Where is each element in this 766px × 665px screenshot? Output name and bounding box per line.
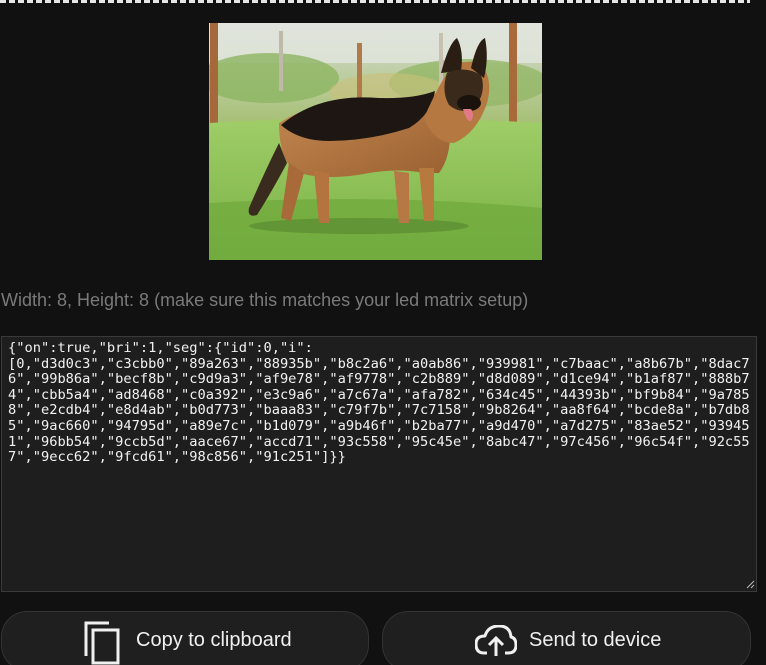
cloud-upload-icon <box>475 625 517 656</box>
dog-photo <box>209 23 542 260</box>
preview-image <box>209 23 542 260</box>
copy-to-clipboard-button[interactable]: Copy to clipboard <box>1 611 369 665</box>
json-output-textarea[interactable]: {"on":true,"bri":1,"seg":{"id":0,"i": [0… <box>1 336 757 592</box>
copy-icon <box>84 621 120 665</box>
resize-grip-icon[interactable] <box>746 580 755 589</box>
dashed-divider <box>0 0 750 3</box>
matrix-size-info: Width: 8, Height: 8 (make sure this matc… <box>1 290 529 310</box>
send-button-label: Send to device <box>529 629 662 651</box>
send-to-device-button[interactable]: Send to device <box>382 611 751 665</box>
page: Width: 8, Height: 8 (make sure this matc… <box>0 0 766 665</box>
copy-button-label: Copy to clipboard <box>136 629 292 651</box>
